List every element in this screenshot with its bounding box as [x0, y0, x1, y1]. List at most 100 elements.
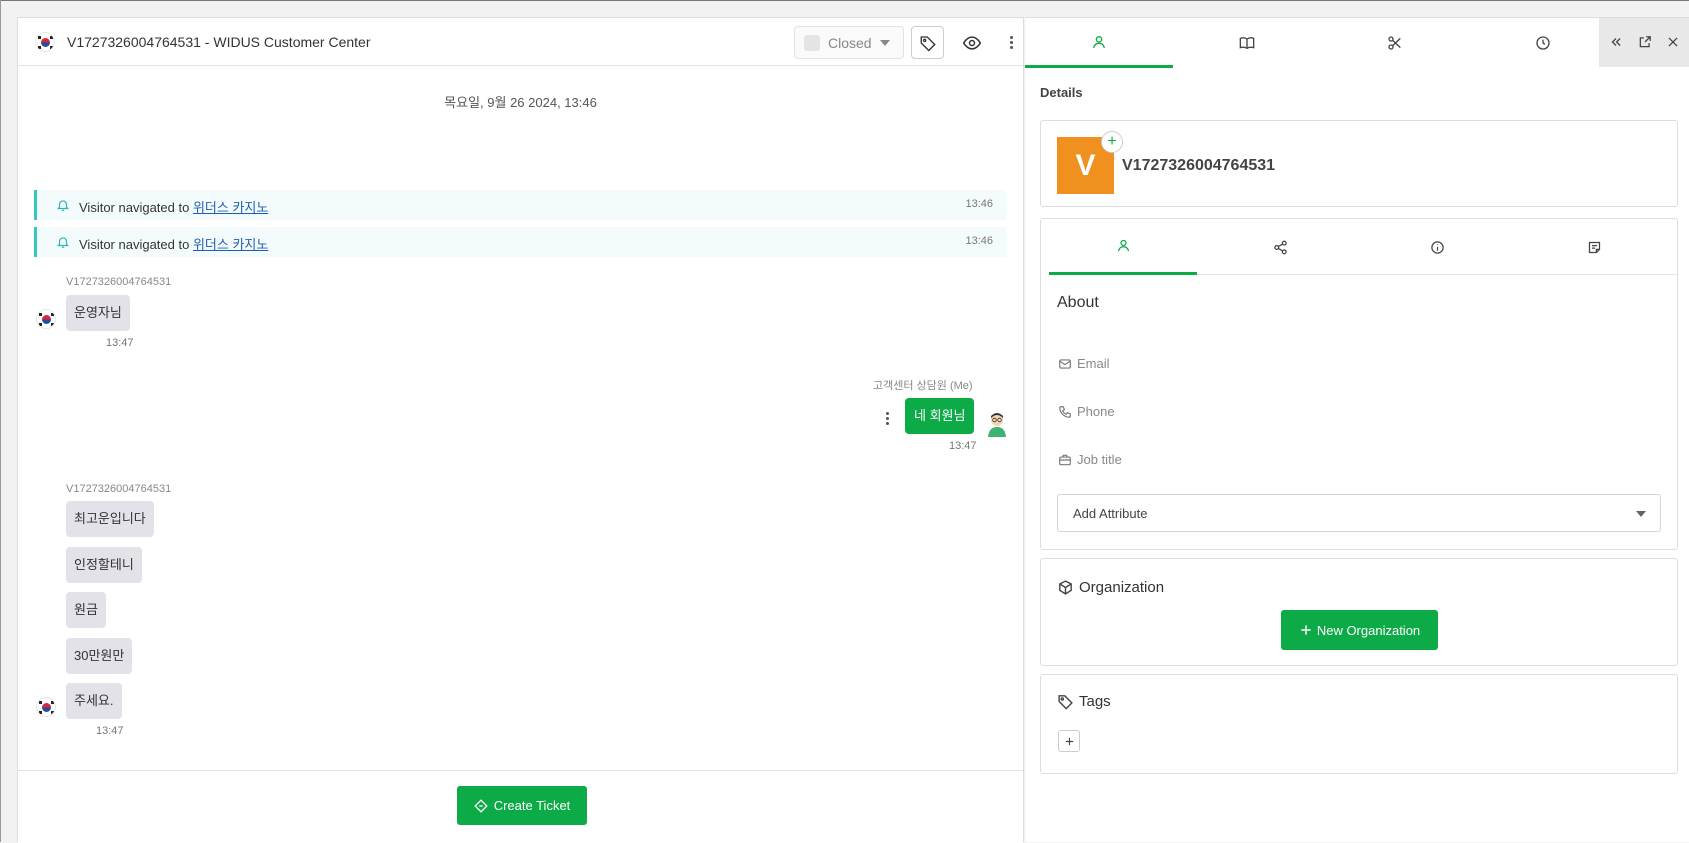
- tags-title: Tags: [1079, 693, 1111, 710]
- user-icon: [1093, 35, 1105, 48]
- tags-card: Tags: [1040, 674, 1678, 774]
- status-select[interactable]: Closed: [794, 26, 904, 59]
- email-field[interactable]: Email: [1058, 356, 1110, 371]
- bell-icon: [56, 237, 70, 248]
- tag-icon: [920, 35, 936, 51]
- tab-contact[interactable]: [1025, 18, 1173, 68]
- event-text: Visitor navigated to 위더스 카지노: [79, 234, 268, 253]
- external-link-icon: [1639, 36, 1651, 48]
- phone-field[interactable]: Phone: [1058, 404, 1115, 419]
- mail-icon: [1059, 358, 1071, 369]
- info-icon: [1430, 240, 1444, 254]
- navigation-event: Visitor navigated to 위더스 카지노 13:46: [34, 190, 1006, 220]
- scissors-icon: [1388, 36, 1401, 50]
- chevron-down-icon: [1636, 511, 1646, 517]
- visitor-avatar-flag-icon: [36, 697, 56, 717]
- status-checkbox[interactable]: [804, 35, 820, 51]
- job-title-field[interactable]: Job title: [1058, 452, 1122, 467]
- panel-window-controls: [1599, 18, 1689, 67]
- event-text: Visitor navigated to 위더스 카지노: [79, 197, 268, 216]
- tab-knowledge-base[interactable]: [1173, 18, 1321, 68]
- message-options-icon[interactable]: [880, 409, 894, 427]
- contact-sub-tabs: [1049, 219, 1677, 275]
- briefcase-icon: [1059, 454, 1071, 465]
- message-sender: V1727326004764531: [66, 483, 172, 495]
- visitor-message-bubble: 주세요.: [66, 683, 122, 719]
- tab-history[interactable]: [1469, 18, 1617, 68]
- add-attribute-label: Add Attribute: [1073, 506, 1148, 521]
- add-attribute-select[interactable]: Add Attribute: [1057, 494, 1661, 532]
- subtab-about[interactable]: [1049, 219, 1197, 275]
- ticket-icon: [473, 798, 488, 813]
- contact-side-panel: Details V + V1727326004764531 About Emai…: [1025, 17, 1689, 842]
- message-time: 13:47: [106, 337, 134, 349]
- pop-out-button[interactable]: [1635, 32, 1655, 52]
- phone-icon: [1059, 405, 1071, 418]
- contact-card: V + V1727326004764531: [1040, 120, 1678, 207]
- note-icon: [1588, 241, 1600, 253]
- event-time: 13:46: [965, 198, 993, 210]
- visitor-message-bubble: 원금: [66, 592, 106, 628]
- tag-icon: [1058, 695, 1073, 710]
- agent-message-bubble: 네 회원님: [905, 398, 975, 434]
- visitor-message-bubble: 30만원만: [66, 638, 133, 674]
- agent-avatar-icon: [988, 413, 1006, 437]
- visitor-message-bubble: 운영자님: [66, 295, 130, 331]
- message-time: 13:47: [949, 440, 977, 452]
- phone-label: Phone: [1077, 404, 1115, 419]
- tab-shortcuts[interactable]: [1321, 18, 1469, 68]
- email-label: Email: [1077, 356, 1110, 371]
- event-prefix: Visitor navigated to: [79, 237, 193, 252]
- kebab-icon: [1005, 34, 1019, 52]
- navigation-event: Visitor navigated to 위더스 카지노 13:46: [34, 227, 1006, 257]
- chat-header: V1727326004764531 - WIDUS Customer Cente…: [18, 18, 1023, 66]
- subtab-info[interactable]: [1363, 219, 1511, 275]
- contact-name: V1727326004764531: [1122, 157, 1276, 174]
- share-icon: [1273, 240, 1287, 254]
- job-title-label: Job title: [1077, 452, 1122, 467]
- collapse-button[interactable]: [1606, 32, 1626, 52]
- side-panel-tabs: [1025, 18, 1599, 68]
- event-link[interactable]: 위더스 카지노: [193, 200, 268, 215]
- about-card: About Email Phone Job title Add Attribut…: [1040, 218, 1678, 550]
- plus-icon: [1065, 737, 1073, 745]
- organization-heading: Organization: [1057, 579, 1164, 596]
- user-icon: [1117, 239, 1129, 252]
- about-heading: About: [1057, 294, 1099, 311]
- create-ticket-label: Create Ticket: [493, 798, 571, 813]
- view-button[interactable]: [955, 26, 988, 59]
- eye-icon: [962, 35, 981, 50]
- organization-card: Organization New Organization: [1040, 558, 1678, 666]
- chevron-down-icon: [880, 40, 890, 46]
- double-chevron-left-icon: [1611, 38, 1621, 46]
- status-label: Closed: [828, 35, 872, 51]
- visitor-avatar-flag-icon: [36, 309, 56, 329]
- date-separator: 목요일, 9월 26 2024, 13:46: [444, 95, 597, 110]
- add-tag-button[interactable]: [1058, 730, 1080, 752]
- tag-button[interactable]: [911, 26, 944, 59]
- visitor-message-bubble: 최고운입니다: [66, 501, 154, 537]
- message-sender: V1727326004764531: [66, 276, 172, 288]
- clock-icon: [1536, 36, 1550, 50]
- chat-panel: V1727326004764531 - WIDUS Customer Cente…: [17, 17, 1024, 843]
- details-heading: Details: [1040, 85, 1083, 100]
- visitor-message-bubble: 인정할테니: [66, 547, 142, 583]
- more-options-button[interactable]: [995, 26, 1028, 59]
- subtab-notes[interactable]: [1520, 219, 1668, 275]
- bell-icon: [56, 200, 70, 211]
- new-organization-label: New Organization: [1316, 622, 1421, 638]
- plus-icon: [1301, 625, 1311, 635]
- organization-title: Organization: [1079, 579, 1165, 596]
- event-link[interactable]: 위더스 카지노: [193, 237, 268, 252]
- conversation-title: V1727326004764531 - WIDUS Customer Cente…: [67, 34, 371, 50]
- message-time: 13:47: [96, 725, 124, 737]
- create-ticket-button[interactable]: Create Ticket: [457, 786, 587, 825]
- event-time: 13:46: [965, 235, 993, 247]
- south-korea-flag-icon: [35, 32, 55, 52]
- organization-icon: [1059, 580, 1072, 595]
- subtab-share[interactable]: [1206, 219, 1354, 275]
- add-avatar-button[interactable]: +: [1101, 131, 1123, 153]
- new-organization-button[interactable]: New Organization: [1281, 610, 1438, 650]
- close-button[interactable]: [1663, 32, 1683, 52]
- chat-footer: Create Ticket: [18, 770, 1023, 843]
